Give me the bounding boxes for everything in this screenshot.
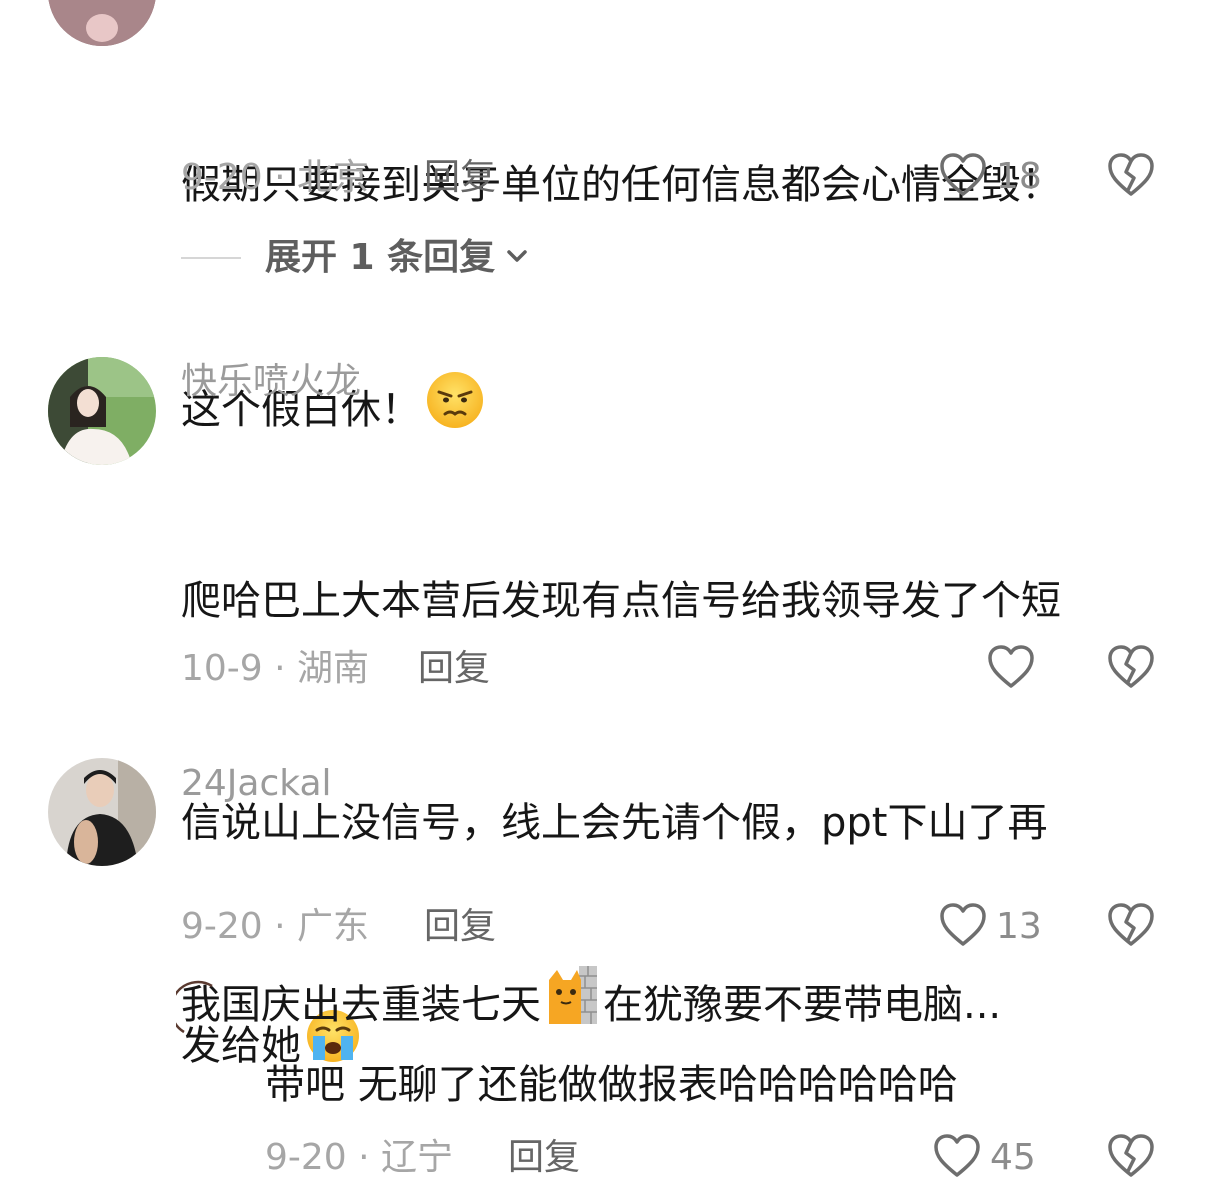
dislike-button[interactable]	[1106, 150, 1156, 204]
username[interactable]: 快乐喷火龙	[181, 360, 361, 404]
like-button[interactable]	[986, 642, 1036, 696]
like-count: 18	[996, 156, 1042, 197]
reply-button[interactable]: 回复	[424, 156, 496, 200]
like-button[interactable]: 13	[938, 900, 1042, 954]
cat-peeking-wall-icon	[545, 966, 599, 1048]
reply-text: 带吧 无聊了还能做做报表哈哈哈哈哈哈	[265, 1062, 958, 1108]
like-button[interactable]: 18	[938, 150, 1042, 204]
heart-icon	[938, 900, 988, 954]
heart-icon	[986, 642, 1036, 696]
avatar[interactable]	[48, 758, 156, 866]
comment-date-location: 10-9 · 湖南	[181, 648, 370, 689]
comment-date-location: 9-20 · 北京	[181, 157, 370, 198]
divider	[181, 257, 241, 259]
avatar[interactable]	[48, 0, 156, 46]
expand-replies-button[interactable]: 展开 1 条回复	[181, 236, 531, 280]
comment-date-location: 9-20 · 广东	[181, 906, 370, 947]
dislike-button[interactable]	[1106, 900, 1156, 954]
chevron-down-icon	[503, 242, 531, 274]
reply-button[interactable]: 回复	[418, 647, 490, 691]
broken-heart-icon	[1106, 153, 1156, 204]
heart-icon	[932, 1131, 982, 1185]
avatar[interactable]	[48, 357, 156, 465]
reply-avatar-loading	[169, 980, 236, 1044]
reply-button[interactable]: 回复	[424, 905, 496, 949]
like-count: 45	[990, 1137, 1036, 1178]
broken-heart-icon	[1106, 903, 1156, 954]
like-count: 13	[996, 906, 1042, 947]
heart-icon	[938, 150, 988, 204]
dislike-button[interactable]	[1106, 642, 1156, 696]
dislike-button[interactable]	[1106, 1131, 1156, 1185]
username[interactable]: 24Jackal	[181, 762, 332, 806]
broken-heart-icon	[1106, 645, 1156, 696]
reply-button[interactable]: 回复	[508, 1136, 580, 1180]
broken-heart-icon	[1106, 1134, 1156, 1185]
reply-date-location: 9-20 · 辽宁	[265, 1137, 454, 1178]
like-button[interactable]: 45	[932, 1131, 1036, 1185]
expand-replies-label: 展开 1 条回复	[265, 237, 496, 278]
